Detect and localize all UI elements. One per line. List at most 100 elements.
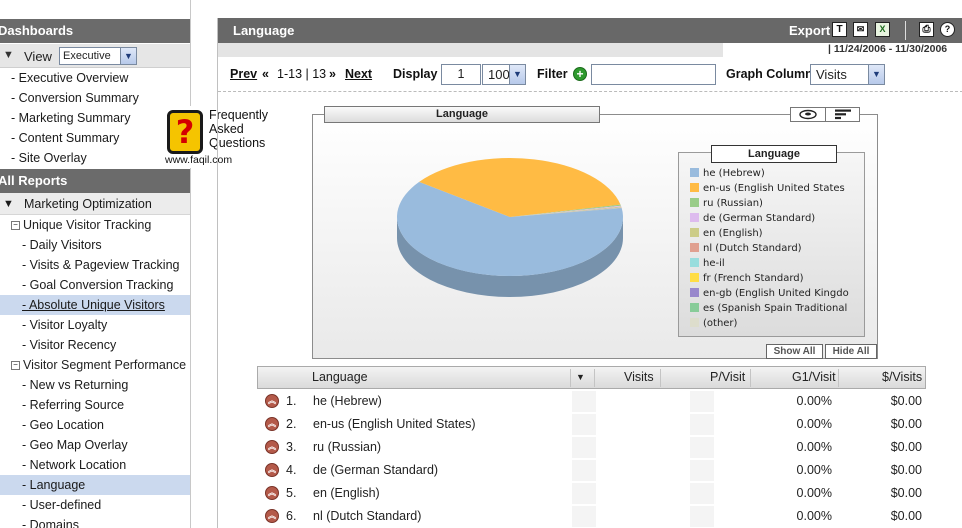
col-divider bbox=[594, 369, 595, 387]
nav-goal-conversion[interactable]: - Goal Conversion Tracking bbox=[0, 275, 190, 295]
chevron-down-icon[interactable]: ▼ bbox=[120, 48, 136, 64]
filter-input[interactable] bbox=[591, 64, 716, 85]
table-row[interactable]: ︽ 5. en (English) 0.00% $0.00 bbox=[257, 482, 926, 505]
col-dollar-visits[interactable]: $/Visits bbox=[882, 370, 922, 384]
view-select[interactable]: Executive ▼ bbox=[59, 47, 137, 65]
nav-new-vs-returning[interactable]: - New vs Returning bbox=[0, 375, 190, 395]
table-row[interactable]: ︽ 1. he (Hebrew) 0.00% $0.00 bbox=[257, 390, 926, 413]
legend-item[interactable]: de (German Standard) bbox=[690, 212, 815, 227]
nav-marketing-summary[interactable]: - Marketing Summary bbox=[0, 108, 190, 128]
legend-label: fr (French Standard) bbox=[703, 273, 804, 284]
show-all-button[interactable]: Show All bbox=[766, 344, 823, 359]
export-text-icon[interactable]: T bbox=[832, 22, 847, 37]
col-g1visit[interactable]: G1/Visit bbox=[792, 370, 836, 384]
nav-conversion-summary[interactable]: - Conversion Summary bbox=[0, 88, 190, 108]
row-expand-icon[interactable]: ︽ bbox=[265, 440, 279, 454]
col-language[interactable]: Language bbox=[312, 370, 368, 384]
graph-column-select[interactable]: Visits ▼ bbox=[810, 64, 885, 85]
date-range: | 11/24/2006 - 11/30/2006 bbox=[828, 43, 948, 55]
row-language: ru (Russian) bbox=[313, 440, 382, 454]
next-link[interactable]: Next bbox=[345, 67, 372, 81]
all-reports-header[interactable]: All Reports bbox=[0, 169, 190, 193]
chevron-down-icon[interactable]: ▼ bbox=[868, 65, 884, 84]
row-language: en-us (English United States) bbox=[313, 417, 476, 431]
nav-executive-overview[interactable]: - Executive Overview bbox=[0, 68, 190, 88]
table-row[interactable]: ︽ 4. de (German Standard) 0.00% $0.00 bbox=[257, 459, 926, 482]
nav-daily-visitors[interactable]: - Daily Visitors bbox=[0, 235, 190, 255]
nav-geo-location[interactable]: - Geo Location bbox=[0, 415, 190, 435]
tree-visitor-segment-performance[interactable]: − Visitor Segment Performance bbox=[0, 355, 190, 375]
table-row[interactable]: ︽ 6. nl (Dutch Standard) 0.00% $0.00 bbox=[257, 505, 926, 528]
legend-swatch bbox=[690, 288, 699, 297]
visits-cell-bg bbox=[572, 391, 596, 412]
tree-unique-visitor-tracking[interactable]: − Unique Visitor Tracking bbox=[0, 215, 190, 235]
row-expand-icon[interactable]: ︽ bbox=[265, 486, 279, 500]
nav-user-defined[interactable]: - User-defined bbox=[0, 495, 190, 515]
chevron-down-icon[interactable]: ▼ bbox=[509, 65, 525, 84]
sort-desc-icon[interactable]: ▼ bbox=[576, 372, 585, 382]
row-expand-icon[interactable]: ︽ bbox=[265, 394, 279, 408]
legend-item[interactable]: he-il bbox=[690, 257, 725, 272]
legend-item[interactable]: en (English) bbox=[690, 227, 763, 242]
nav-absolute-unique-visitors[interactable]: - Absolute Unique Visitors bbox=[0, 295, 190, 315]
double-chevron-right-icon[interactable]: » bbox=[329, 67, 336, 81]
visits-cell-bg bbox=[572, 483, 596, 504]
prev-link[interactable]: Prev bbox=[230, 67, 257, 81]
collapse-box-icon[interactable]: − bbox=[11, 361, 20, 371]
row-expand-icon[interactable]: ︽ bbox=[265, 509, 279, 523]
legend-item[interactable]: fr (French Standard) bbox=[690, 272, 804, 287]
legend-item[interactable]: en-gb (English United Kingdo bbox=[690, 287, 849, 302]
bar-chart-icon[interactable] bbox=[826, 108, 861, 121]
group-marketing-optimization[interactable]: ▼ Marketing Optimization bbox=[0, 193, 190, 215]
export-email-icon[interactable]: ✉ bbox=[853, 22, 868, 37]
legend-item[interactable]: nl (Dutch Standard) bbox=[690, 242, 802, 257]
hide-all-button[interactable]: Hide All bbox=[825, 344, 877, 359]
legend-item[interactable]: es (Spanish Spain Traditional bbox=[690, 302, 847, 317]
display-start-input[interactable]: 1 bbox=[441, 64, 481, 85]
row-expand-icon[interactable]: ︽ bbox=[265, 417, 279, 431]
nav-visitor-recency[interactable]: - Visitor Recency bbox=[0, 335, 190, 355]
chart-legend: Language he (Hebrew) en-us (English Unite… bbox=[678, 145, 865, 337]
group-label: Marketing Optimization bbox=[24, 197, 152, 211]
visits-cell-bg bbox=[572, 460, 596, 481]
row-dollar-visits: $0.00 bbox=[890, 463, 922, 477]
dashboards-header[interactable]: Dashboards bbox=[0, 19, 190, 43]
print-icon[interactable]: ⎙ bbox=[919, 22, 934, 37]
export-excel-icon[interactable]: X bbox=[875, 22, 890, 37]
legend-label: de (German Standard) bbox=[703, 213, 816, 224]
nav-language[interactable]: - Language bbox=[0, 475, 190, 495]
nav-visitor-loyalty[interactable]: - Visitor Loyalty bbox=[0, 315, 190, 335]
help-icon[interactable]: ? bbox=[940, 22, 955, 37]
legend-item[interactable]: (other) bbox=[690, 317, 737, 332]
collapse-triangle-icon[interactable]: ▼ bbox=[3, 193, 14, 215]
tree-label: Visitor Segment Performance bbox=[23, 358, 187, 372]
nav-domains[interactable]: - Domains bbox=[0, 515, 190, 528]
double-chevron-left-icon[interactable]: « bbox=[262, 67, 269, 81]
nav-geo-map-overlay[interactable]: - Geo Map Overlay bbox=[0, 435, 190, 455]
collapse-box-icon[interactable]: − bbox=[11, 221, 20, 231]
col-pvisit[interactable]: P/Visit bbox=[710, 370, 745, 384]
legend-swatch bbox=[690, 198, 699, 207]
nav-referring-source[interactable]: - Referring Source bbox=[0, 395, 190, 415]
nav-visits-pageview[interactable]: - Visits & Pageview Tracking bbox=[0, 255, 190, 275]
legend-item[interactable]: ru (Russian) bbox=[690, 197, 763, 212]
toolbar-divider bbox=[905, 21, 906, 40]
add-filter-icon[interactable]: + bbox=[573, 67, 587, 81]
collapse-triangle-icon[interactable]: ▼ bbox=[3, 49, 14, 61]
pie-chart-icon[interactable] bbox=[791, 108, 826, 121]
legend-item[interactable]: he (Hebrew) bbox=[690, 167, 765, 182]
col-divider bbox=[570, 369, 571, 387]
per-page-select[interactable]: 100 ▼ bbox=[482, 64, 526, 85]
nav-content-summary[interactable]: - Content Summary bbox=[0, 128, 190, 148]
nav-site-overlay[interactable]: - Site Overlay bbox=[0, 148, 190, 168]
col-divider bbox=[838, 369, 839, 387]
row-number: 1. bbox=[286, 394, 297, 408]
legend-item[interactable]: en-us (English United States bbox=[690, 182, 845, 197]
col-visits[interactable]: Visits bbox=[624, 370, 654, 384]
nav-network-location[interactable]: - Network Location bbox=[0, 455, 190, 475]
table-row[interactable]: ︽ 3. ru (Russian) 0.00% $0.00 bbox=[257, 436, 926, 459]
table-row[interactable]: ︽ 2. en-us (English United States) 0.00% $0.… bbox=[257, 413, 926, 436]
row-expand-icon[interactable]: ︽ bbox=[265, 463, 279, 477]
legend-swatch bbox=[690, 168, 699, 177]
view-label: View bbox=[24, 49, 52, 64]
